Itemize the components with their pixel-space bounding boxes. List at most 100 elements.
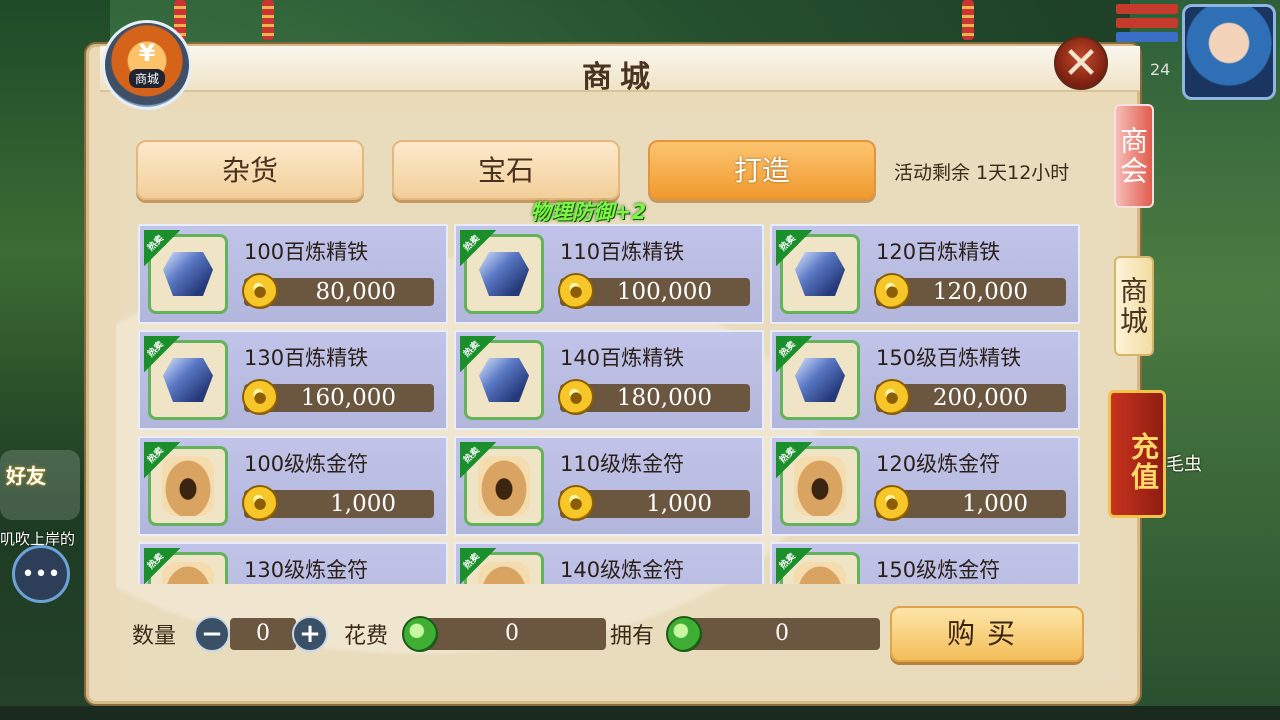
gold-coin-icon: ● xyxy=(558,485,594,521)
shop-title-bar: 商城 xyxy=(100,46,1140,95)
gold-coin-icon: ● xyxy=(874,379,910,415)
item-price: 1,000 xyxy=(646,491,712,517)
gold-coin-icon: ● xyxy=(558,273,594,309)
close-button[interactable]: ✕ xyxy=(1054,36,1108,90)
owned-value: 0 xyxy=(684,618,880,650)
hot-sale-ribbon: 热卖 xyxy=(460,230,496,266)
gold-coin-icon: ● xyxy=(558,379,594,415)
side-tab-store[interactable]: 商城 xyxy=(1114,256,1154,356)
hot-sale-ribbon: 热卖 xyxy=(144,336,180,372)
player-avatar[interactable] xyxy=(1182,4,1276,100)
shop-item[interactable]: 热卖150级炼金符● xyxy=(770,542,1080,584)
item-price: 160,000 xyxy=(300,385,396,411)
shop-emblem-icon: ¥ 商城 xyxy=(102,20,192,110)
item-price: 100,000 xyxy=(616,279,712,305)
item-grid[interactable]: 热卖 100百炼精铁 ● 80,000 热卖 110百炼精铁 ● 100,000 热卖 120百炼… xyxy=(138,224,1080,584)
item-price: 1,000 xyxy=(330,491,396,517)
item-name: 150级炼金符 xyxy=(876,558,1001,582)
item-name: 130百炼精铁 xyxy=(244,346,369,370)
owned-label: 拥有 xyxy=(610,624,655,649)
tab-sundries[interactable]: 杂货 xyxy=(136,140,364,200)
hot-sale-ribbon: 热卖 xyxy=(776,442,812,478)
item-name: 150级百炼精铁 xyxy=(876,346,1022,370)
price-bar: ● 1,000 xyxy=(242,485,434,521)
shop-item[interactable]: 热卖 130百炼精铁 ● 160,000 xyxy=(138,330,448,430)
page-title: 商城 xyxy=(582,60,658,95)
hot-sale-ribbon: 热卖 xyxy=(776,230,812,266)
minus-button[interactable]: − xyxy=(194,616,230,652)
hp-bar-2 xyxy=(1116,18,1178,28)
shop-item[interactable]: 热卖130级炼金符● xyxy=(138,542,448,584)
price-bar: ● 160,000 xyxy=(242,379,434,415)
item-price: 120,000 xyxy=(932,279,1028,305)
item-price: 180,000 xyxy=(616,385,712,411)
hot-sale-ribbon: 热卖 xyxy=(460,336,496,372)
item-name: 120级炼金符 xyxy=(876,452,1001,476)
minus-icon: − xyxy=(201,619,223,649)
item-price: 200,000 xyxy=(932,385,1028,411)
price-bar: ● 80,000 xyxy=(242,273,434,309)
quantity-label: 数量 xyxy=(132,624,177,649)
item-price: 80,000 xyxy=(315,279,396,305)
price-bar: ● 180,000 xyxy=(558,379,750,415)
shop-emblem-label: 商城 xyxy=(128,68,165,88)
shop-item[interactable]: 热卖 120级炼金符 ● 1,000 xyxy=(770,436,1080,536)
item-name: 110级炼金符 xyxy=(560,452,685,476)
price-bar: ● 1,000 xyxy=(874,485,1066,521)
gold-coin-icon: ● xyxy=(242,379,278,415)
price-bar: ● 200,000 xyxy=(874,379,1066,415)
shop-item[interactable]: 热卖 110级炼金符 ● 1,000 xyxy=(454,436,764,536)
chat-button[interactable]: ••• xyxy=(12,545,70,603)
gold-coin-icon: ● xyxy=(874,273,910,309)
shop-item[interactable]: 热卖 120百炼精铁 ● 120,000 xyxy=(770,224,1080,324)
hp-bar xyxy=(1116,4,1178,14)
item-name: 140级炼金符 xyxy=(560,558,685,582)
tab-forging[interactable]: 打造 xyxy=(648,140,876,200)
shop-item[interactable]: 热卖 110百炼精铁 ● 100,000 xyxy=(454,224,764,324)
hot-sale-ribbon: 热卖 xyxy=(144,442,180,478)
price-bar: ● 120,000 xyxy=(874,273,1066,309)
hot-sale-ribbon: 热卖 xyxy=(460,442,496,478)
hot-sale-ribbon: 热卖 xyxy=(776,548,812,584)
cost-value: 0 xyxy=(418,618,606,650)
shop-item[interactable]: 热卖 100百炼精铁 ● 80,000 xyxy=(138,224,448,324)
friend-badge[interactable]: 好友 xyxy=(0,450,80,520)
buy-button[interactable]: 购买 xyxy=(890,606,1084,662)
item-price: 1,000 xyxy=(962,491,1028,517)
plus-button[interactable]: + xyxy=(292,616,328,652)
event-countdown: 活动剩余 1天12小时 xyxy=(894,162,1070,184)
item-name: 120百炼精铁 xyxy=(876,240,1001,264)
hanging-rope-right xyxy=(962,0,974,40)
bottom-strip xyxy=(0,706,1280,720)
jade-currency-icon xyxy=(402,616,438,652)
gold-coin-icon: ● xyxy=(874,485,910,521)
hanging-rope-left-2 xyxy=(262,0,274,40)
player-status-bars xyxy=(1116,4,1178,46)
side-tab-chamber[interactable]: 商会 xyxy=(1114,104,1154,208)
close-icon: ✕ xyxy=(1062,38,1100,89)
jade-currency-icon xyxy=(666,616,702,652)
quantity-input[interactable]: 0 xyxy=(230,618,296,650)
item-name: 140百炼精铁 xyxy=(560,346,685,370)
hot-sale-ribbon: 热卖 xyxy=(776,336,812,372)
shop-item[interactable]: 热卖 150级百炼精铁 ● 200,000 xyxy=(770,330,1080,430)
player-level: 24 xyxy=(1150,60,1171,79)
cost-label: 花费 xyxy=(344,624,389,649)
item-name: 100百炼精铁 xyxy=(244,240,369,264)
floating-stat-text: 物理防御+2 xyxy=(530,200,647,224)
shop-item[interactable]: 热卖 140百炼精铁 ● 180,000 xyxy=(454,330,764,430)
tab-gems[interactable]: 宝石 xyxy=(392,140,620,200)
plus-icon: + xyxy=(299,619,321,649)
price-bar: ● 100,000 xyxy=(558,273,750,309)
gold-coin-icon: ● xyxy=(242,485,278,521)
item-name: 130级炼金符 xyxy=(244,558,369,582)
hot-sale-ribbon: 热卖 xyxy=(144,230,180,266)
hot-sale-ribbon: 热卖 xyxy=(144,548,180,584)
item-name: 100级炼金符 xyxy=(244,452,369,476)
gold-coin-icon: ● xyxy=(242,273,278,309)
shop-item[interactable]: 热卖 100级炼金符 ● 1,000 xyxy=(138,436,448,536)
price-bar: ● 1,000 xyxy=(558,485,750,521)
shop-item[interactable]: 热卖140级炼金符● xyxy=(454,542,764,584)
hot-sale-ribbon: 热卖 xyxy=(460,548,496,584)
side-tab-recharge[interactable]: 充值 xyxy=(1108,390,1166,518)
